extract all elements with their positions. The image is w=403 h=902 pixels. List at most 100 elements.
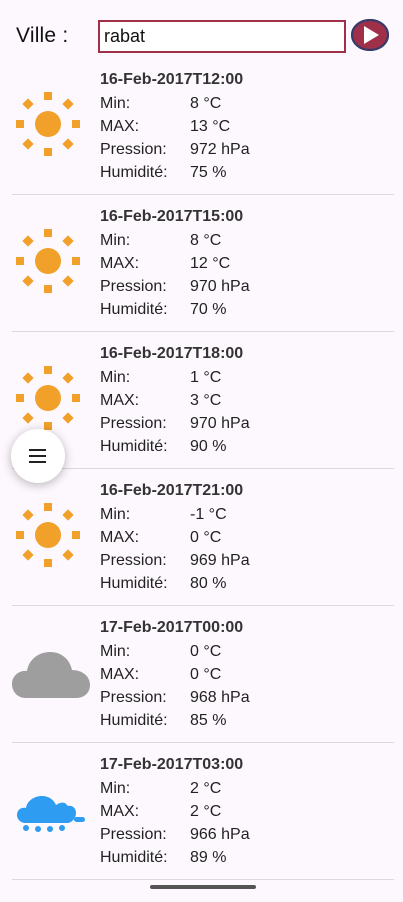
pressure-row: Pression: 972 hPa bbox=[100, 138, 390, 161]
max-temp-label: MAX: bbox=[100, 118, 140, 135]
humidity-label: Humidité: bbox=[100, 575, 168, 592]
forecast-details: 17-Feb-2017T03:00 Min: 2 °C MAX: 2 °C Pressio… bbox=[100, 755, 390, 869]
humidity-value: 90 % bbox=[190, 438, 227, 455]
pressure-row: Pression: 970 hPa bbox=[100, 275, 390, 298]
forecast-item[interactable]: 16-Feb-2017T15:00 Min: 8 °C MAX: 12 °C Pressi… bbox=[12, 195, 394, 332]
forecast-date: 16-Feb-2017T15:00 bbox=[100, 208, 244, 225]
humidity-label: Humidité: bbox=[100, 301, 168, 318]
min-temp-label: Min: bbox=[100, 506, 131, 523]
forecast-item[interactable]: 17-Feb-2017T00:00 Min: 0 °C MAX: 0 °C Pressio… bbox=[12, 606, 394, 743]
max-temp-label: MAX: bbox=[100, 392, 140, 409]
pressure-value: 969 hPa bbox=[190, 552, 250, 569]
min-temp-value: 0 °C bbox=[190, 643, 222, 660]
pressure-label: Pression: bbox=[100, 141, 167, 158]
menu-icon-line bbox=[29, 461, 46, 463]
min-temp-label: Min: bbox=[100, 232, 131, 249]
min-temp-value: 2 °C bbox=[190, 780, 222, 797]
humidity-row: Humidité: 89 % bbox=[100, 846, 390, 869]
min-temp-row: Min: 0 °C bbox=[100, 640, 390, 663]
weather-icon bbox=[12, 362, 88, 438]
forecast-date: 16-Feb-2017T18:00 bbox=[100, 345, 244, 362]
sun-icon bbox=[16, 92, 80, 156]
forecast-item[interactable]: 16-Feb-2017T18:00 Min: 1 °C MAX: 3 °C Pressio… bbox=[12, 332, 394, 469]
forecast-date: 17-Feb-2017T00:00 bbox=[100, 619, 244, 636]
cloud-icon bbox=[12, 652, 90, 698]
max-temp-value: 3 °C bbox=[190, 392, 222, 409]
max-temp-row: MAX: 0 °C bbox=[100, 526, 390, 549]
forecast-details: 16-Feb-2017T15:00 Min: 8 °C MAX: 12 °C Pressi… bbox=[100, 207, 390, 321]
max-temp-value: 0 °C bbox=[190, 529, 222, 546]
max-temp-label: MAX: bbox=[100, 529, 140, 546]
city-input[interactable] bbox=[98, 20, 346, 53]
forecast-details: 16-Feb-2017T12:00 Min: 8 °C MAX: 13 °C Pressi… bbox=[100, 70, 390, 184]
max-temp-row: MAX: 0 °C bbox=[100, 663, 390, 686]
pressure-label: Pression: bbox=[100, 552, 167, 569]
min-temp-label: Min: bbox=[100, 369, 131, 386]
max-temp-row: MAX: 12 °C bbox=[100, 252, 390, 275]
max-temp-value: 0 °C bbox=[190, 666, 222, 683]
search-bar: Ville : bbox=[0, 0, 403, 60]
pressure-row: Pression: 969 hPa bbox=[100, 549, 390, 572]
humidity-row: Humidité: 70 % bbox=[100, 298, 390, 321]
forecast-item[interactable]: 16-Feb-2017T12:00 Min: 8 °C MAX: 13 °C Pressi… bbox=[12, 58, 394, 195]
max-temp-row: MAX: 3 °C bbox=[100, 389, 390, 412]
min-temp-value: 8 °C bbox=[190, 232, 222, 249]
pressure-label: Pression: bbox=[100, 826, 167, 843]
humidity-row: Humidité: 75 % bbox=[100, 161, 390, 184]
menu-icon-line bbox=[29, 449, 46, 451]
pressure-row: Pression: 966 hPa bbox=[100, 823, 390, 846]
go-button[interactable] bbox=[350, 18, 390, 52]
max-temp-value: 12 °C bbox=[190, 255, 231, 272]
pressure-label: Pression: bbox=[100, 415, 167, 432]
pressure-row: Pression: 970 hPa bbox=[100, 412, 390, 435]
min-temp-label: Min: bbox=[100, 780, 131, 797]
max-temp-value: 2 °C bbox=[190, 803, 222, 820]
humidity-row: Humidité: 85 % bbox=[100, 709, 390, 732]
humidity-value: 70 % bbox=[190, 301, 227, 318]
forecast-details: 16-Feb-2017T18:00 Min: 1 °C MAX: 3 °C Pressio… bbox=[100, 344, 390, 458]
home-indicator[interactable] bbox=[150, 885, 256, 889]
city-label: Ville : bbox=[16, 24, 69, 47]
forecast-date: 16-Feb-2017T12:00 bbox=[100, 71, 244, 88]
forecast-date: 16-Feb-2017T21:00 bbox=[100, 482, 244, 499]
pressure-row: Pression: 968 hPa bbox=[100, 686, 390, 709]
humidity-row: Humidité: 80 % bbox=[100, 572, 390, 595]
menu-button[interactable] bbox=[11, 429, 65, 483]
humidity-value: 89 % bbox=[190, 849, 227, 866]
menu-icon-line bbox=[29, 455, 46, 457]
min-temp-row: Min: 2 °C bbox=[100, 777, 390, 800]
rain-cloud-icon bbox=[17, 796, 85, 832]
forecast-item[interactable]: 17-Feb-2017T03:00 Min: 2 °C MAX: 2 °C Pressio… bbox=[12, 743, 394, 880]
max-temp-label: MAX: bbox=[100, 803, 140, 820]
forecast-details: 16-Feb-2017T21:00 Min: -1 °C MAX: 0 °C Pressi… bbox=[100, 481, 390, 595]
max-temp-label: MAX: bbox=[100, 666, 140, 683]
weather-icon bbox=[12, 499, 88, 575]
pressure-value: 970 hPa bbox=[190, 278, 250, 295]
max-temp-value: 13 °C bbox=[190, 118, 231, 135]
min-temp-row: Min: 8 °C bbox=[100, 92, 390, 115]
humidity-label: Humidité: bbox=[100, 849, 168, 866]
weather-icon bbox=[12, 636, 92, 712]
forecast-item[interactable]: 16-Feb-2017T21:00 Min: -1 °C MAX: 0 °C Pressi… bbox=[12, 469, 394, 606]
humidity-row: Humidité: 90 % bbox=[100, 435, 390, 458]
min-temp-row: Min: -1 °C bbox=[100, 503, 390, 526]
play-icon bbox=[350, 18, 390, 52]
min-temp-row: Min: 8 °C bbox=[100, 229, 390, 252]
max-temp-label: MAX: bbox=[100, 255, 140, 272]
pressure-value: 972 hPa bbox=[190, 141, 250, 158]
min-temp-value: 8 °C bbox=[190, 95, 222, 112]
humidity-label: Humidité: bbox=[100, 712, 168, 729]
pressure-label: Pression: bbox=[100, 278, 167, 295]
humidity-value: 80 % bbox=[190, 575, 227, 592]
forecast-details: 17-Feb-2017T00:00 Min: 0 °C MAX: 0 °C Pressio… bbox=[100, 618, 390, 732]
max-temp-row: MAX: 2 °C bbox=[100, 800, 390, 823]
humidity-label: Humidité: bbox=[100, 438, 168, 455]
pressure-label: Pression: bbox=[100, 689, 167, 706]
pressure-value: 966 hPa bbox=[190, 826, 250, 843]
sun-icon bbox=[16, 503, 80, 567]
pressure-value: 970 hPa bbox=[190, 415, 250, 432]
humidity-value: 75 % bbox=[190, 164, 227, 181]
sun-icon bbox=[16, 366, 80, 430]
sun-icon bbox=[16, 229, 80, 293]
min-temp-row: Min: 1 °C bbox=[100, 366, 390, 389]
